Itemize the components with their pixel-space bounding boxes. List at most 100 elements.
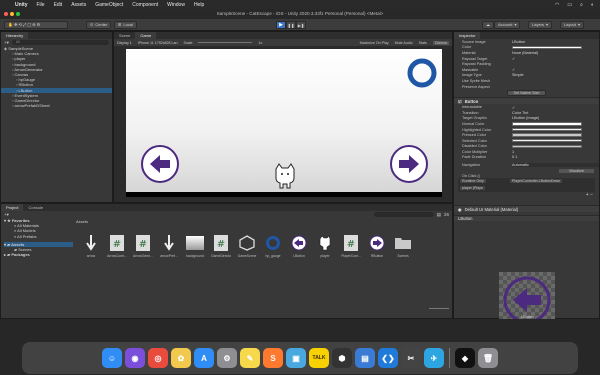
dock-trash-icon[interactable]: 🗑 <box>478 348 498 368</box>
packages-folder[interactable]: ▸ ▰ Packages <box>4 252 73 257</box>
tab-project[interactable]: Project <box>1 204 24 211</box>
dock-chrome-icon[interactable]: ◎ <box>148 348 168 368</box>
menu-help[interactable]: Help <box>194 2 204 8</box>
local-toggle[interactable]: ⊞ Local <box>114 21 137 29</box>
account-dropdown[interactable]: Account ▾ <box>494 21 521 29</box>
dock-tool-icon[interactable]: ✂ <box>401 348 421 368</box>
search-icon[interactable]: ⌕ <box>580 2 583 8</box>
dock-unity-hub-icon[interactable]: ⬢ <box>332 348 352 368</box>
dock-photos-icon[interactable]: ✿ <box>171 348 191 368</box>
menu-unity[interactable]: Unity <box>15 2 28 8</box>
dock-preview-icon[interactable]: ▣ <box>286 348 306 368</box>
dock-finder-icon[interactable]: ☺ <box>102 348 122 368</box>
favorite-item[interactable]: ⌕ All Prefabs <box>4 234 73 239</box>
menu-edit[interactable]: Edit <box>54 2 63 8</box>
dock-siri-icon[interactable]: ◉ <box>125 348 145 368</box>
filter-icon[interactable]: ▤ <box>437 212 441 218</box>
asset-item[interactable]: player <box>315 234 335 258</box>
inspector-row-value[interactable] <box>512 127 599 132</box>
icon-size-slider[interactable] <box>429 308 449 309</box>
inspector-row-value[interactable] <box>512 122 599 126</box>
dock-sublime-icon[interactable]: S <box>263 348 283 368</box>
tab-hierarchy[interactable]: Hierarchy <box>1 32 29 39</box>
inspector-row-value[interactable]: LButton (Image) <box>512 116 599 120</box>
add-asset-icon[interactable]: +▾ <box>4 212 9 218</box>
asset-item[interactable]: LButton <box>289 234 309 258</box>
inspector-row-value[interactable]: Simple <box>512 73 599 77</box>
dock-kakao-icon[interactable]: TALK <box>309 348 329 368</box>
inspector-row-value[interactable]: ✓ <box>512 67 599 72</box>
maximize-on-play-toggle[interactable]: Maximize On Play <box>360 41 389 45</box>
color-swatch[interactable] <box>512 127 582 132</box>
dock-telegram-icon[interactable]: ✈ <box>424 348 444 368</box>
material-header[interactable]: ◉ Default UI Material (Material) <box>454 205 599 213</box>
dock-settings-icon[interactable]: ⚙ <box>217 348 237 368</box>
add-icon[interactable]: +▾ <box>4 40 9 46</box>
hierarchy-search-input[interactable]: All <box>11 40 109 45</box>
inspector-row-value[interactable] <box>512 144 599 149</box>
asset-item[interactable]: background <box>185 234 205 258</box>
asset-item[interactable]: # GameDirector <box>211 234 231 258</box>
dock-notes-icon[interactable]: ✎ <box>240 348 260 368</box>
inspector-row-value[interactable]: ✓ <box>512 105 599 110</box>
object-field[interactable]: player (Playe <box>460 186 485 191</box>
inspector-row-value[interactable]: 0.1 <box>512 155 599 159</box>
assets-breadcrumb[interactable]: Assets <box>76 219 88 224</box>
asset-item[interactable]: # ArrowGene... <box>133 234 153 258</box>
visualize-button[interactable]: Visualize <box>558 168 594 173</box>
dock-vscode-icon[interactable]: ❮❯ <box>378 348 398 368</box>
dock-appstore-icon[interactable]: A <box>194 348 214 368</box>
stats-toggle[interactable]: Stats <box>419 41 427 45</box>
asset-item[interactable]: # ArrowContr... <box>107 234 127 258</box>
onclick-add-remove[interactable]: + − <box>454 192 599 198</box>
center-toggle[interactable]: ⊙ Center <box>86 21 112 29</box>
menu-file[interactable]: File <box>37 2 45 8</box>
asset-item[interactable]: arrow <box>81 234 101 258</box>
play-button[interactable]: ▶ <box>276 21 286 29</box>
runtime-dropdown[interactable]: Runtime Only <box>460 179 486 184</box>
inspector-row-value[interactable]: Color Tint <box>512 111 599 115</box>
hierarchy-item[interactable]: ▫ arrowPrefabDSheet <box>1 103 112 108</box>
display-dropdown[interactable]: Display 1 <box>117 41 132 45</box>
menu-gameobject[interactable]: GameObject <box>95 2 123 8</box>
dock-unity-icon[interactable]: ◆ <box>455 348 475 368</box>
battery-icon[interactable]: ▭ <box>567 2 572 8</box>
dock-photos-2-icon[interactable]: ▤ <box>355 348 375 368</box>
mute-audio-toggle[interactable]: Mute Audio <box>395 41 413 45</box>
pause-button[interactable]: ❚❚ <box>286 21 296 29</box>
menu-window[interactable]: Window <box>167 2 185 8</box>
project-search-input[interactable] <box>373 212 434 217</box>
color-swatch[interactable] <box>512 144 582 149</box>
gizmos-dropdown[interactable]: Gizmos <box>432 40 449 45</box>
inspector-row-value[interactable] <box>512 138 599 143</box>
tab-console[interactable]: Console <box>23 204 49 211</box>
wifi-icon[interactable]: ◠ <box>555 2 559 8</box>
right-arrow-button[interactable] <box>389 144 429 184</box>
tab-game[interactable]: Game <box>135 32 157 39</box>
asset-item[interactable]: hp_gauge <box>263 234 283 258</box>
control-center-icon[interactable]: ◐ <box>591 2 594 8</box>
menu-component[interactable]: Component <box>132 2 158 8</box>
inspector-row-value[interactable]: 1 <box>512 150 599 154</box>
button-component-header[interactable]: ☑ Button <box>454 97 599 105</box>
color-swatch[interactable] <box>512 122 582 126</box>
navigation-dropdown[interactable]: Automatic <box>512 163 599 168</box>
collab-button[interactable]: ☁ <box>482 21 494 29</box>
color-swatch[interactable] <box>512 45 582 50</box>
asset-item[interactable]: arrowPref... <box>159 234 179 258</box>
inspector-row-value[interactable]: None (Material) <box>512 51 599 55</box>
color-swatch[interactable] <box>512 138 582 143</box>
game-canvas[interactable] <box>126 49 442 197</box>
left-arrow-button[interactable] <box>140 144 180 184</box>
set-native-size-button[interactable]: Set Native Size <box>506 90 547 97</box>
tab-inspector[interactable]: Inspector <box>454 32 481 39</box>
close-window-button[interactable] <box>4 12 8 16</box>
layers-dropdown[interactable]: Layers ▾ <box>528 21 553 29</box>
scale-slider[interactable] <box>198 42 253 43</box>
asset-item[interactable]: # PlayerCont... <box>341 234 361 258</box>
layout-dropdown[interactable]: Layout ▾ <box>560 21 585 29</box>
zoom-window-button[interactable] <box>16 12 20 16</box>
transform-tools[interactable]: ✋ ✥ ⟲ ⤢ ▢ ⊕ ⚙ <box>4 21 68 29</box>
tab-scene[interactable]: Scene <box>114 32 136 39</box>
menu-assets[interactable]: Assets <box>71 2 86 8</box>
